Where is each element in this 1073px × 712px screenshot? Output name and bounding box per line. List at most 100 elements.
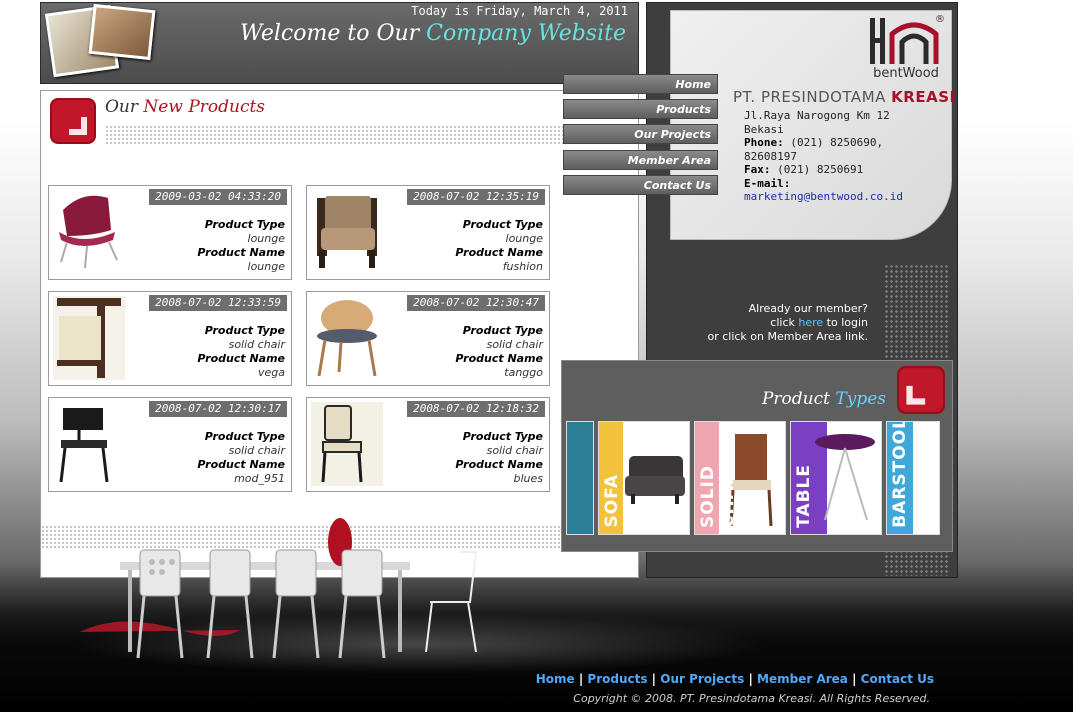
tile-label: SOFA	[602, 474, 622, 528]
product-name-value: blues	[513, 472, 543, 485]
product-type-label: Product Type	[462, 430, 543, 443]
type-tile-solid-chair[interactable]: SOLID CHAIR	[694, 421, 786, 535]
product-type-value: solid chair	[486, 338, 543, 351]
product-type-label: Product Type	[204, 430, 285, 443]
red-arrow-icon	[897, 366, 945, 414]
type-tile-partial[interactable]	[566, 421, 594, 535]
member-prompt-pre: click	[770, 316, 799, 329]
product-image	[53, 296, 125, 380]
site-header: Today is Friday, March 4, 2011 Welcome t…	[40, 2, 639, 84]
product-timestamp: 2008-07-02 12:30:47	[407, 295, 545, 311]
footer-separator: |	[847, 672, 861, 686]
company-name-highlight: KREASI	[891, 88, 956, 106]
product-info: Product Type lounge Product Name lounge	[197, 218, 285, 274]
type-tile-table[interactable]: TABLE	[790, 421, 882, 535]
product-card[interactable]: 2008-07-02 12:35:19 Product Type lounge …	[306, 185, 550, 280]
company-name: PT. PRESINDOTAMA KREASI	[733, 88, 956, 106]
product-type-value: solid chair	[486, 444, 543, 457]
registered-mark: ®	[935, 14, 945, 25]
date-display: Today is Friday, March 4, 2011	[411, 4, 628, 18]
product-name-value: tanggo	[504, 366, 543, 379]
product-image	[317, 196, 377, 268]
product-type-label: Product Type	[204, 218, 285, 231]
product-card[interactable]: 2008-07-02 12:33:59 Product Type solid c…	[48, 291, 292, 386]
type-tile-sofa[interactable]: SOFA	[598, 421, 690, 535]
product-type-label: Product Type	[204, 324, 285, 337]
product-types-panel: Product Types SOFA SOLID CHAIR TABLE BAR…	[561, 360, 953, 552]
new-products-title-highlight: New Products	[143, 97, 266, 117]
member-prompt-line1: Already our member?	[748, 302, 868, 315]
address-city: Bekasi	[744, 122, 784, 136]
product-info: Product Type lounge Product Name fushion	[455, 218, 543, 274]
dining-set-image	[80, 518, 478, 659]
product-type-value: lounge	[247, 232, 285, 245]
dotted-divider	[105, 125, 625, 145]
welcome-highlight: Company Website	[426, 21, 626, 46]
product-timestamp: 2008-07-02 12:33:59	[149, 295, 287, 311]
footer-separator: |	[574, 672, 588, 686]
product-type-label: Product Type	[462, 324, 543, 337]
product-card[interactable]: 2008-07-02 12:18:32 Product Type solid c…	[306, 397, 550, 492]
bentwood-logo-icon	[870, 18, 939, 64]
product-type-value: lounge	[505, 232, 543, 245]
product-types-title-highlight: Types	[835, 389, 886, 409]
nav-products[interactable]: Products	[563, 99, 718, 119]
footer-link-home[interactable]: Home	[536, 672, 575, 686]
new-products-title-prefix: Our	[105, 97, 144, 117]
product-info: Product Type solid chair Product Name mo…	[197, 430, 285, 486]
product-timestamp: 2008-07-02 12:30:17	[149, 401, 287, 417]
product-types-title: Product Types	[762, 389, 886, 409]
sofa-image	[625, 456, 685, 504]
type-tile-barstool[interactable]: BARSTOOL	[886, 421, 940, 535]
product-type-value: solid chair	[228, 338, 285, 351]
welcome-prefix: Welcome to Our	[240, 21, 427, 46]
product-card[interactable]: 2008-07-02 12:30:47 Product Type solid c…	[306, 291, 550, 386]
product-card[interactable]: 2008-07-02 12:30:17 Product Type solid c…	[48, 397, 292, 492]
nav-our-projects[interactable]: Our Projects	[563, 124, 718, 144]
phone-label: Phone:	[744, 136, 784, 149]
product-info: Product Type solid chair Product Name ta…	[455, 324, 543, 380]
product-timestamp: 2009-03-02 04:33:20	[149, 189, 287, 205]
product-name-label: Product Name	[197, 458, 285, 471]
product-timestamp: 2008-07-02 12:35:19	[407, 189, 545, 205]
tile-label: SOLID CHAIR	[698, 463, 738, 528]
login-link[interactable]: here	[798, 316, 823, 329]
footer-link-member-area[interactable]: Member Area	[757, 672, 848, 686]
fax-label: Fax:	[744, 163, 771, 176]
footer-link-products[interactable]: Products	[587, 672, 647, 686]
email-link[interactable]: marketing@bentwood.co.id	[744, 190, 903, 203]
product-info: Product Type solid chair Product Name ve…	[197, 324, 285, 380]
product-card[interactable]: 2009-03-02 04:33:20 Product Type lounge …	[48, 185, 292, 280]
product-type-value: solid chair	[228, 444, 285, 457]
nav-contact-us[interactable]: Contact Us	[563, 175, 718, 195]
product-name-value: mod_951	[234, 472, 285, 485]
footer-nav: Home | Products | Our Projects | Member …	[536, 672, 934, 686]
footer-link-contact-us[interactable]: Contact Us	[861, 672, 934, 686]
nav-home[interactable]: Home	[563, 74, 718, 94]
footer-separator: |	[647, 672, 661, 686]
address-line: Jl.Raya Narogong Km 12	[744, 109, 890, 122]
contact-details: Jl.Raya Narogong Km 12 Bekasi Phone: (02…	[744, 109, 903, 204]
company-name-prefix: PT. PRESINDOTAMA	[733, 88, 892, 106]
product-name-label: Product Name	[455, 352, 543, 365]
nav-member-area[interactable]: Member Area	[563, 150, 718, 170]
email-label: E-mail:	[744, 176, 791, 190]
product-name-label: Product Name	[455, 458, 543, 471]
product-image	[59, 408, 109, 483]
product-image	[59, 195, 118, 269]
product-image	[317, 300, 377, 377]
fax-value: (021) 8250691	[777, 163, 864, 176]
product-name-value: fushion	[502, 260, 543, 273]
footer-link-our-projects[interactable]: Our Projects	[660, 672, 744, 686]
product-name-value: lounge	[247, 260, 285, 273]
tile-label: TABLE	[794, 464, 814, 528]
footer-separator: |	[744, 672, 758, 686]
member-prompt-post: to login	[823, 316, 868, 329]
phone-value: (021) 8250690,	[790, 136, 884, 149]
product-image	[311, 402, 383, 486]
welcome-heading: Welcome to Our Company Website	[240, 21, 626, 46]
logo-wordmark: bentWood	[873, 66, 939, 81]
product-name-label: Product Name	[197, 352, 285, 365]
tile-label: BARSTOOL	[890, 421, 910, 528]
product-name-label: Product Name	[455, 246, 543, 259]
